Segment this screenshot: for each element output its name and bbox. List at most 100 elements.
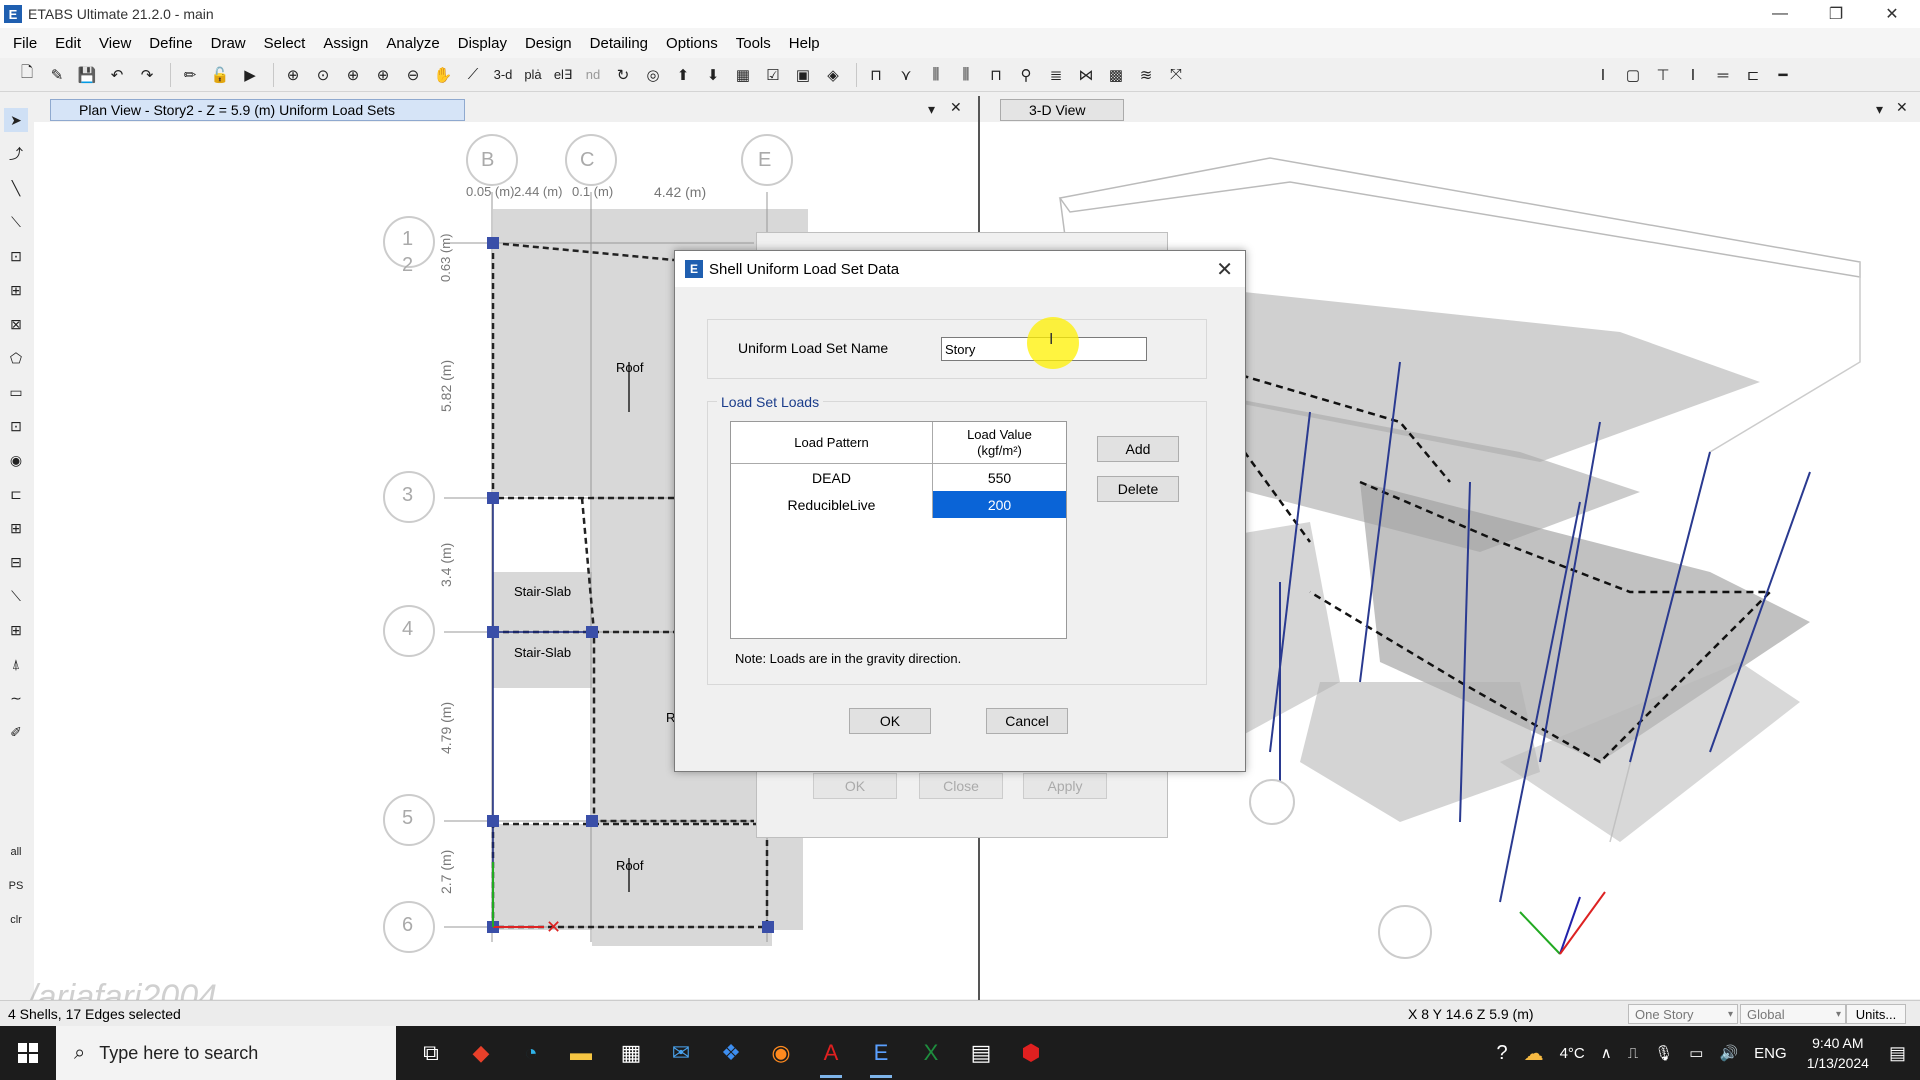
draw-beam-tool-icon[interactable]: ⊞ bbox=[4, 278, 28, 302]
draw-column-tool-icon[interactable]: ⊡ bbox=[4, 244, 28, 268]
clear-select-icon[interactable]: clr bbox=[4, 908, 28, 932]
draw-frame-tool-icon[interactable]: ⟍ bbox=[4, 210, 28, 234]
menu-edit[interactable]: Edit bbox=[46, 35, 90, 52]
restraint-icon[interactable]: ⤧ bbox=[1163, 62, 1189, 88]
zoom-in-step-icon[interactable]: ⊕ bbox=[370, 62, 396, 88]
move-down-icon[interactable]: ⬇ bbox=[700, 62, 726, 88]
edge-icon[interactable]: ◔ bbox=[506, 1026, 556, 1080]
tab-plan-view[interactable]: Plan View - Story2 - Z = 5.9 (m) Uniform… bbox=[50, 99, 465, 121]
zoom-in-icon[interactable]: ⊕ bbox=[340, 62, 366, 88]
row-load-pattern[interactable]: DEAD bbox=[731, 464, 933, 491]
acrobat-icon[interactable]: A bbox=[806, 1026, 856, 1080]
windows-start-icon[interactable] bbox=[0, 1026, 56, 1080]
draw-line-icon[interactable]: ╲ bbox=[4, 176, 28, 200]
row-load-value[interactable]: 550 bbox=[933, 464, 1066, 491]
notification-icon[interactable]: ▤ bbox=[1889, 1043, 1906, 1064]
lock-icon[interactable]: 🔓 bbox=[207, 62, 233, 88]
extrude-icon[interactable]: ◈ bbox=[820, 62, 846, 88]
section-h-icon[interactable]: Ⅰ bbox=[1680, 62, 1706, 88]
cancel-button[interactable]: Cancel bbox=[986, 708, 1068, 734]
plan-dropdown-icon[interactable]: ▾ bbox=[928, 101, 935, 118]
tab-3d-view[interactable]: 3-D View bbox=[1000, 99, 1124, 121]
save-icon[interactable]: 💾 bbox=[74, 62, 100, 88]
menu-help[interactable]: Help bbox=[780, 35, 829, 52]
section-i-icon[interactable]: Ⅰ bbox=[1590, 62, 1616, 88]
menu-assign[interactable]: Assign bbox=[314, 35, 377, 52]
previous-select-icon[interactable]: PS bbox=[4, 874, 28, 898]
language-indicator[interactable]: ENG bbox=[1754, 1045, 1787, 1062]
draw-curve-icon[interactable]: ∼ bbox=[4, 686, 28, 710]
section-bar-icon[interactable]: ━ bbox=[1770, 62, 1796, 88]
view-elev-icon[interactable]: el∃ bbox=[550, 62, 576, 88]
restore-icon[interactable]: ❐ bbox=[1808, 0, 1864, 28]
section-channel-icon[interactable]: ⊏ bbox=[1740, 62, 1766, 88]
rotate-icon[interactable]: ↻ bbox=[610, 62, 636, 88]
draw-brace-tool-icon[interactable]: ⊠ bbox=[4, 312, 28, 336]
quick-wall-icon[interactable]: ⊞ bbox=[4, 516, 28, 540]
anydesk-icon[interactable]: ◆ bbox=[456, 1026, 506, 1080]
plan-close-icon[interactable]: ✕ bbox=[950, 99, 962, 116]
menu-define[interactable]: Define bbox=[140, 35, 201, 52]
battery-icon[interactable]: ▭ bbox=[1689, 1044, 1703, 1062]
mail-icon[interactable]: ✉ bbox=[656, 1026, 706, 1080]
clock[interactable]: 9:40 AM 1/13/2024 bbox=[1807, 1033, 1869, 1073]
draw-column-icon[interactable]: ⫼ bbox=[923, 62, 949, 88]
draw-wall-tool-icon[interactable]: ⊏ bbox=[4, 482, 28, 506]
spring-icon[interactable]: ≣ bbox=[1043, 62, 1069, 88]
calculator-icon[interactable]: ▤ bbox=[956, 1026, 1006, 1080]
draw-wall-icon[interactable]: ⊓ bbox=[983, 62, 1009, 88]
menu-display[interactable]: Display bbox=[449, 35, 516, 52]
select-all-icon[interactable]: all bbox=[4, 840, 28, 864]
menu-view[interactable]: View bbox=[90, 35, 140, 52]
new-file-icon[interactable]: 🗋 bbox=[14, 62, 40, 88]
zoom-restore-icon[interactable]: ⊙ bbox=[310, 62, 336, 88]
draw-opening-icon[interactable]: ◉ bbox=[4, 448, 28, 472]
draw-link-icon[interactable]: ⟍ bbox=[4, 584, 28, 608]
row-load-pattern[interactable]: ReducibleLive bbox=[731, 491, 933, 518]
quick-area-icon[interactable]: ⊡ bbox=[4, 414, 28, 438]
dialog-close-icon[interactable]: ✕ bbox=[1216, 257, 1233, 282]
area-load-icon[interactable]: ⋈ bbox=[1073, 62, 1099, 88]
story-combo[interactable]: One Story ▾ bbox=[1628, 1004, 1738, 1024]
move-up-icon[interactable]: ⬆ bbox=[670, 62, 696, 88]
task-view-icon[interactable]: ⧉ bbox=[406, 1026, 456, 1080]
reshape-icon[interactable]: ⤴ bbox=[4, 142, 28, 166]
menu-detailing[interactable]: Detailing bbox=[581, 35, 657, 52]
pencil-icon[interactable]: ✏ bbox=[177, 62, 203, 88]
stairs-icon[interactable]: ≋ bbox=[1133, 62, 1159, 88]
etabs-taskbar-icon[interactable]: E bbox=[856, 1026, 906, 1080]
draw-wall-stack-icon[interactable]: ⊟ bbox=[4, 550, 28, 574]
dropbox-icon[interactable]: ❖ bbox=[706, 1026, 756, 1080]
view-nd-icon[interactable]: nd bbox=[580, 62, 606, 88]
menu-options[interactable]: Options bbox=[657, 35, 727, 52]
load-set-table[interactable]: Load Pattern Load Value (kgf/m²) DEAD 55… bbox=[730, 421, 1067, 639]
check-icon[interactable]: ☑ bbox=[760, 62, 786, 88]
view-plan-icon[interactable]: plȧ bbox=[520, 62, 546, 88]
draw-beam-icon[interactable]: ⫼ bbox=[953, 62, 979, 88]
menu-tools[interactable]: Tools bbox=[727, 35, 780, 52]
pdf-reader-icon[interactable]: ⬢ bbox=[1006, 1026, 1056, 1080]
draw-frame-icon[interactable]: ⊓ bbox=[863, 62, 889, 88]
store-icon[interactable]: ▦ bbox=[606, 1026, 656, 1080]
menu-select[interactable]: Select bbox=[255, 35, 315, 52]
table-row[interactable]: ReducibleLive 200 bbox=[731, 491, 1066, 518]
rubber-band-icon[interactable]: ⟋ bbox=[460, 62, 486, 88]
threed-close-icon[interactable]: ✕ bbox=[1896, 99, 1908, 116]
menu-analyze[interactable]: Analyze bbox=[377, 35, 448, 52]
delete-button[interactable]: Delete bbox=[1097, 476, 1179, 502]
draw-grid-icon[interactable]: ⊞ bbox=[4, 618, 28, 642]
network-icon[interactable]: ⎍ bbox=[1628, 1045, 1639, 1062]
chevron-up-icon[interactable]: ∧ bbox=[1601, 1044, 1612, 1062]
display-options-icon[interactable]: ▣ bbox=[790, 62, 816, 88]
coord-system-combo[interactable]: Global ▾ bbox=[1740, 1004, 1846, 1024]
perspective-icon[interactable]: ◎ bbox=[640, 62, 666, 88]
menu-file[interactable]: File bbox=[4, 35, 46, 52]
run-analysis-icon[interactable]: ▶ bbox=[237, 62, 263, 88]
section-t-icon[interactable]: ⊤ bbox=[1650, 62, 1676, 88]
table-row[interactable]: DEAD 550 bbox=[731, 464, 1066, 491]
link-icon[interactable]: ⚲ bbox=[1013, 62, 1039, 88]
shell-icon[interactable]: ▩ bbox=[1103, 62, 1129, 88]
open-file-icon[interactable]: ✎ bbox=[44, 62, 70, 88]
ok-button[interactable]: OK bbox=[849, 708, 931, 734]
threed-dropdown-icon[interactable]: ▾ bbox=[1876, 101, 1883, 118]
